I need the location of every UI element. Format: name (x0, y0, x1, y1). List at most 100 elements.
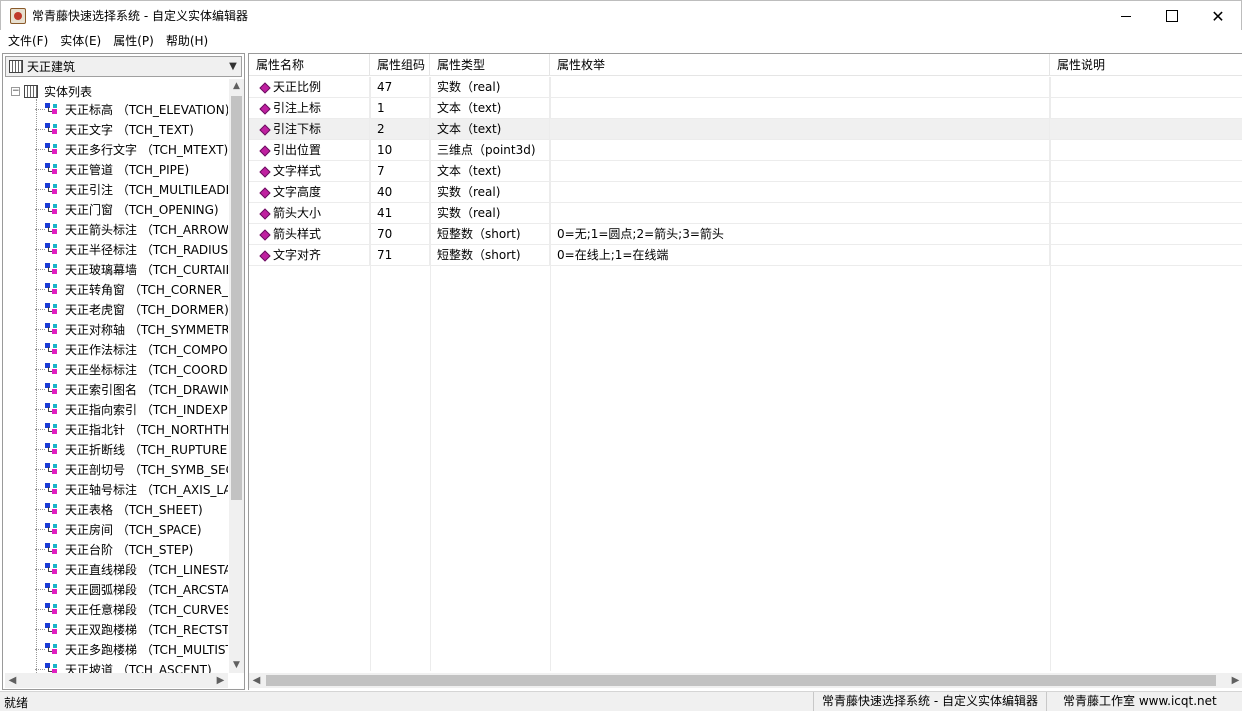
header-type[interactable]: 属性类型 (430, 54, 550, 76)
tree-item[interactable]: 天正多跑楼梯 （TCH_MULTIST (35, 639, 228, 659)
scroll-right-icon[interactable]: ▶ (213, 673, 228, 688)
cell-code[interactable]: 71 (370, 245, 430, 266)
tree-item[interactable]: 天正坡道 （TCH_ASCENT) (35, 659, 212, 673)
cell-enum[interactable]: 0=在线上;1=在线端 (550, 245, 1050, 266)
tree-horizontal-scrollbar[interactable]: ◀ ▶ (5, 673, 228, 688)
tree-item[interactable]: 天正管道 （TCH_PIPE) (35, 159, 189, 179)
cell-type[interactable]: 实数（real) (430, 182, 550, 203)
cell-code[interactable]: 41 (370, 203, 430, 224)
cell-type[interactable]: 文本（text) (430, 119, 550, 140)
cell-type[interactable]: 文本（text) (430, 161, 550, 182)
scroll-left-icon[interactable]: ◀ (5, 673, 20, 688)
tree-item[interactable]: 天正半径标注 （TCH_RADIUSD (35, 239, 228, 259)
cell-code[interactable]: 47 (370, 77, 430, 98)
tree-item[interactable]: 天正门窗 （TCH_OPENING) (35, 199, 219, 219)
cell-desc[interactable] (1050, 245, 1242, 266)
cell-type[interactable]: 实数（real) (430, 77, 550, 98)
scroll-thumb[interactable] (231, 96, 242, 500)
header-name[interactable]: 属性名称 (249, 54, 370, 76)
cell-type[interactable]: 短整数（short) (430, 224, 550, 245)
maximize-button[interactable] (1149, 1, 1195, 31)
cell-desc[interactable] (1050, 203, 1242, 224)
cell-code[interactable]: 1 (370, 98, 430, 119)
scroll-right-icon[interactable]: ▶ (1228, 673, 1242, 688)
table-row[interactable]: 引注下标 2 文本（text) (249, 119, 1242, 140)
minimize-button[interactable] (1103, 1, 1149, 31)
tree-vertical-scrollbar[interactable]: ▲ ▼ (229, 79, 244, 673)
cell-name[interactable]: 文字高度 (249, 182, 370, 203)
tree-item[interactable]: 天正轴号标注 （TCH_AXIS_LA (35, 479, 228, 499)
cell-desc[interactable] (1050, 140, 1242, 161)
scroll-thumb[interactable] (266, 675, 1216, 686)
tree-item[interactable]: 天正任意梯段 （TCH_CURVEST (35, 599, 228, 619)
close-button[interactable]: ✕ (1195, 1, 1241, 31)
cell-code[interactable]: 70 (370, 224, 430, 245)
cell-name[interactable]: 天正比例 (249, 77, 370, 98)
table-row[interactable]: 箭头样式 70 短整数（short) 0=无;1=圆点;2=箭头;3=箭头 (249, 224, 1242, 245)
table-row[interactable]: 天正比例 47 实数（real) (249, 77, 1242, 98)
cell-name[interactable]: 文字对齐 (249, 245, 370, 266)
cell-enum[interactable] (550, 182, 1050, 203)
scroll-left-icon[interactable]: ◀ (249, 673, 264, 688)
cell-enum[interactable]: 0=无;1=圆点;2=箭头;3=箭头 (550, 224, 1050, 245)
cell-desc[interactable] (1050, 224, 1242, 245)
tree-item[interactable]: 天正箭头标注 （TCH_ARROW) (35, 219, 228, 239)
cell-code[interactable]: 2 (370, 119, 430, 140)
cell-enum[interactable] (550, 77, 1050, 98)
cell-name[interactable]: 文字样式 (249, 161, 370, 182)
tree-item[interactable]: 天正房间 （TCH_SPACE) (35, 519, 202, 539)
table-row[interactable]: 文字对齐 71 短整数（short) 0=在线上;1=在线端 (249, 245, 1242, 266)
tree-item[interactable]: 天正标高 （TCH_ELEVATION) (35, 99, 228, 119)
menu-property[interactable]: 属性(P) (107, 31, 160, 51)
tree-item[interactable]: 天正双跑楼梯 （TCH_RECTSTA (35, 619, 228, 639)
tree-item[interactable]: 天正索引图名 （TCH_DRAWIN (35, 379, 228, 399)
tree-item[interactable]: 天正文字 （TCH_TEXT) (35, 119, 194, 139)
tree-item[interactable]: 天正台阶 （TCH_STEP) (35, 539, 193, 559)
tree-root[interactable]: − 实体列表 (11, 82, 92, 100)
table-row[interactable]: 文字样式 7 文本（text) (249, 161, 1242, 182)
cell-name[interactable]: 引注上标 (249, 98, 370, 119)
tree-item[interactable]: 天正多行文字 （TCH_MTEXT) (35, 139, 228, 159)
tree-item[interactable]: 天正转角窗 （TCH_CORNER_W (35, 279, 228, 299)
cell-enum[interactable] (550, 119, 1050, 140)
cell-type[interactable]: 文本（text) (430, 98, 550, 119)
cell-desc[interactable] (1050, 98, 1242, 119)
category-select[interactable]: 天正建筑 ▼ (5, 56, 242, 77)
menu-entity[interactable]: 实体(E) (54, 31, 107, 51)
cell-code[interactable]: 7 (370, 161, 430, 182)
cell-type[interactable]: 短整数（short) (430, 245, 550, 266)
tree-item[interactable]: 天正老虎窗 （TCH_DORMER) (35, 299, 228, 319)
cell-name[interactable]: 引出位置 (249, 140, 370, 161)
cell-code[interactable]: 10 (370, 140, 430, 161)
cell-desc[interactable] (1050, 77, 1242, 98)
cell-name[interactable]: 引注下标 (249, 119, 370, 140)
tree-item[interactable]: 天正指向索引 （TCH_INDEXPO (35, 399, 228, 419)
menu-help[interactable]: 帮助(H) (160, 31, 214, 51)
tree-item[interactable]: 天正玻璃幕墙 （TCH_CURTAIN (35, 259, 228, 279)
cell-type[interactable]: 三维点（point3d) (430, 140, 550, 161)
cell-type[interactable]: 实数（real) (430, 203, 550, 224)
tree-item[interactable]: 天正引注 （TCH_MULTILEADE (35, 179, 228, 199)
chevron-down-icon[interactable]: ▼ (225, 61, 241, 72)
tree-item[interactable]: 天正坐标标注 （TCH_COORD) (35, 359, 228, 379)
cell-enum[interactable] (550, 161, 1050, 182)
cell-name[interactable]: 箭头大小 (249, 203, 370, 224)
cell-desc[interactable] (1050, 119, 1242, 140)
table-row[interactable]: 引出位置 10 三维点（point3d) (249, 140, 1242, 161)
cell-name[interactable]: 箭头样式 (249, 224, 370, 245)
cell-enum[interactable] (550, 140, 1050, 161)
tree-item[interactable]: 天正表格 （TCH_SHEET) (35, 499, 203, 519)
tree-item[interactable]: 天正折断线 （TCH_RUPTURE) (35, 439, 228, 459)
scroll-up-icon[interactable]: ▲ (229, 79, 244, 94)
tree-item[interactable]: 天正直线梯段 （TCH_LINESTA (35, 559, 228, 579)
collapse-icon[interactable]: − (11, 86, 20, 96)
cell-enum[interactable] (550, 203, 1050, 224)
tree-item[interactable]: 天正指北针 （TCH_NORTHTH (35, 419, 228, 439)
tree-item[interactable]: 天正剖切号 （TCH_SYMB_SEC (35, 459, 228, 479)
scroll-down-icon[interactable]: ▼ (229, 658, 244, 673)
table-row[interactable]: 引注上标 1 文本（text) (249, 98, 1242, 119)
tree-item[interactable]: 天正作法标注 （TCH_COMPO (35, 339, 228, 359)
cell-desc[interactable] (1050, 182, 1242, 203)
table-row[interactable]: 箭头大小 41 实数（real) (249, 203, 1242, 224)
table-row[interactable]: 文字高度 40 实数（real) (249, 182, 1242, 203)
